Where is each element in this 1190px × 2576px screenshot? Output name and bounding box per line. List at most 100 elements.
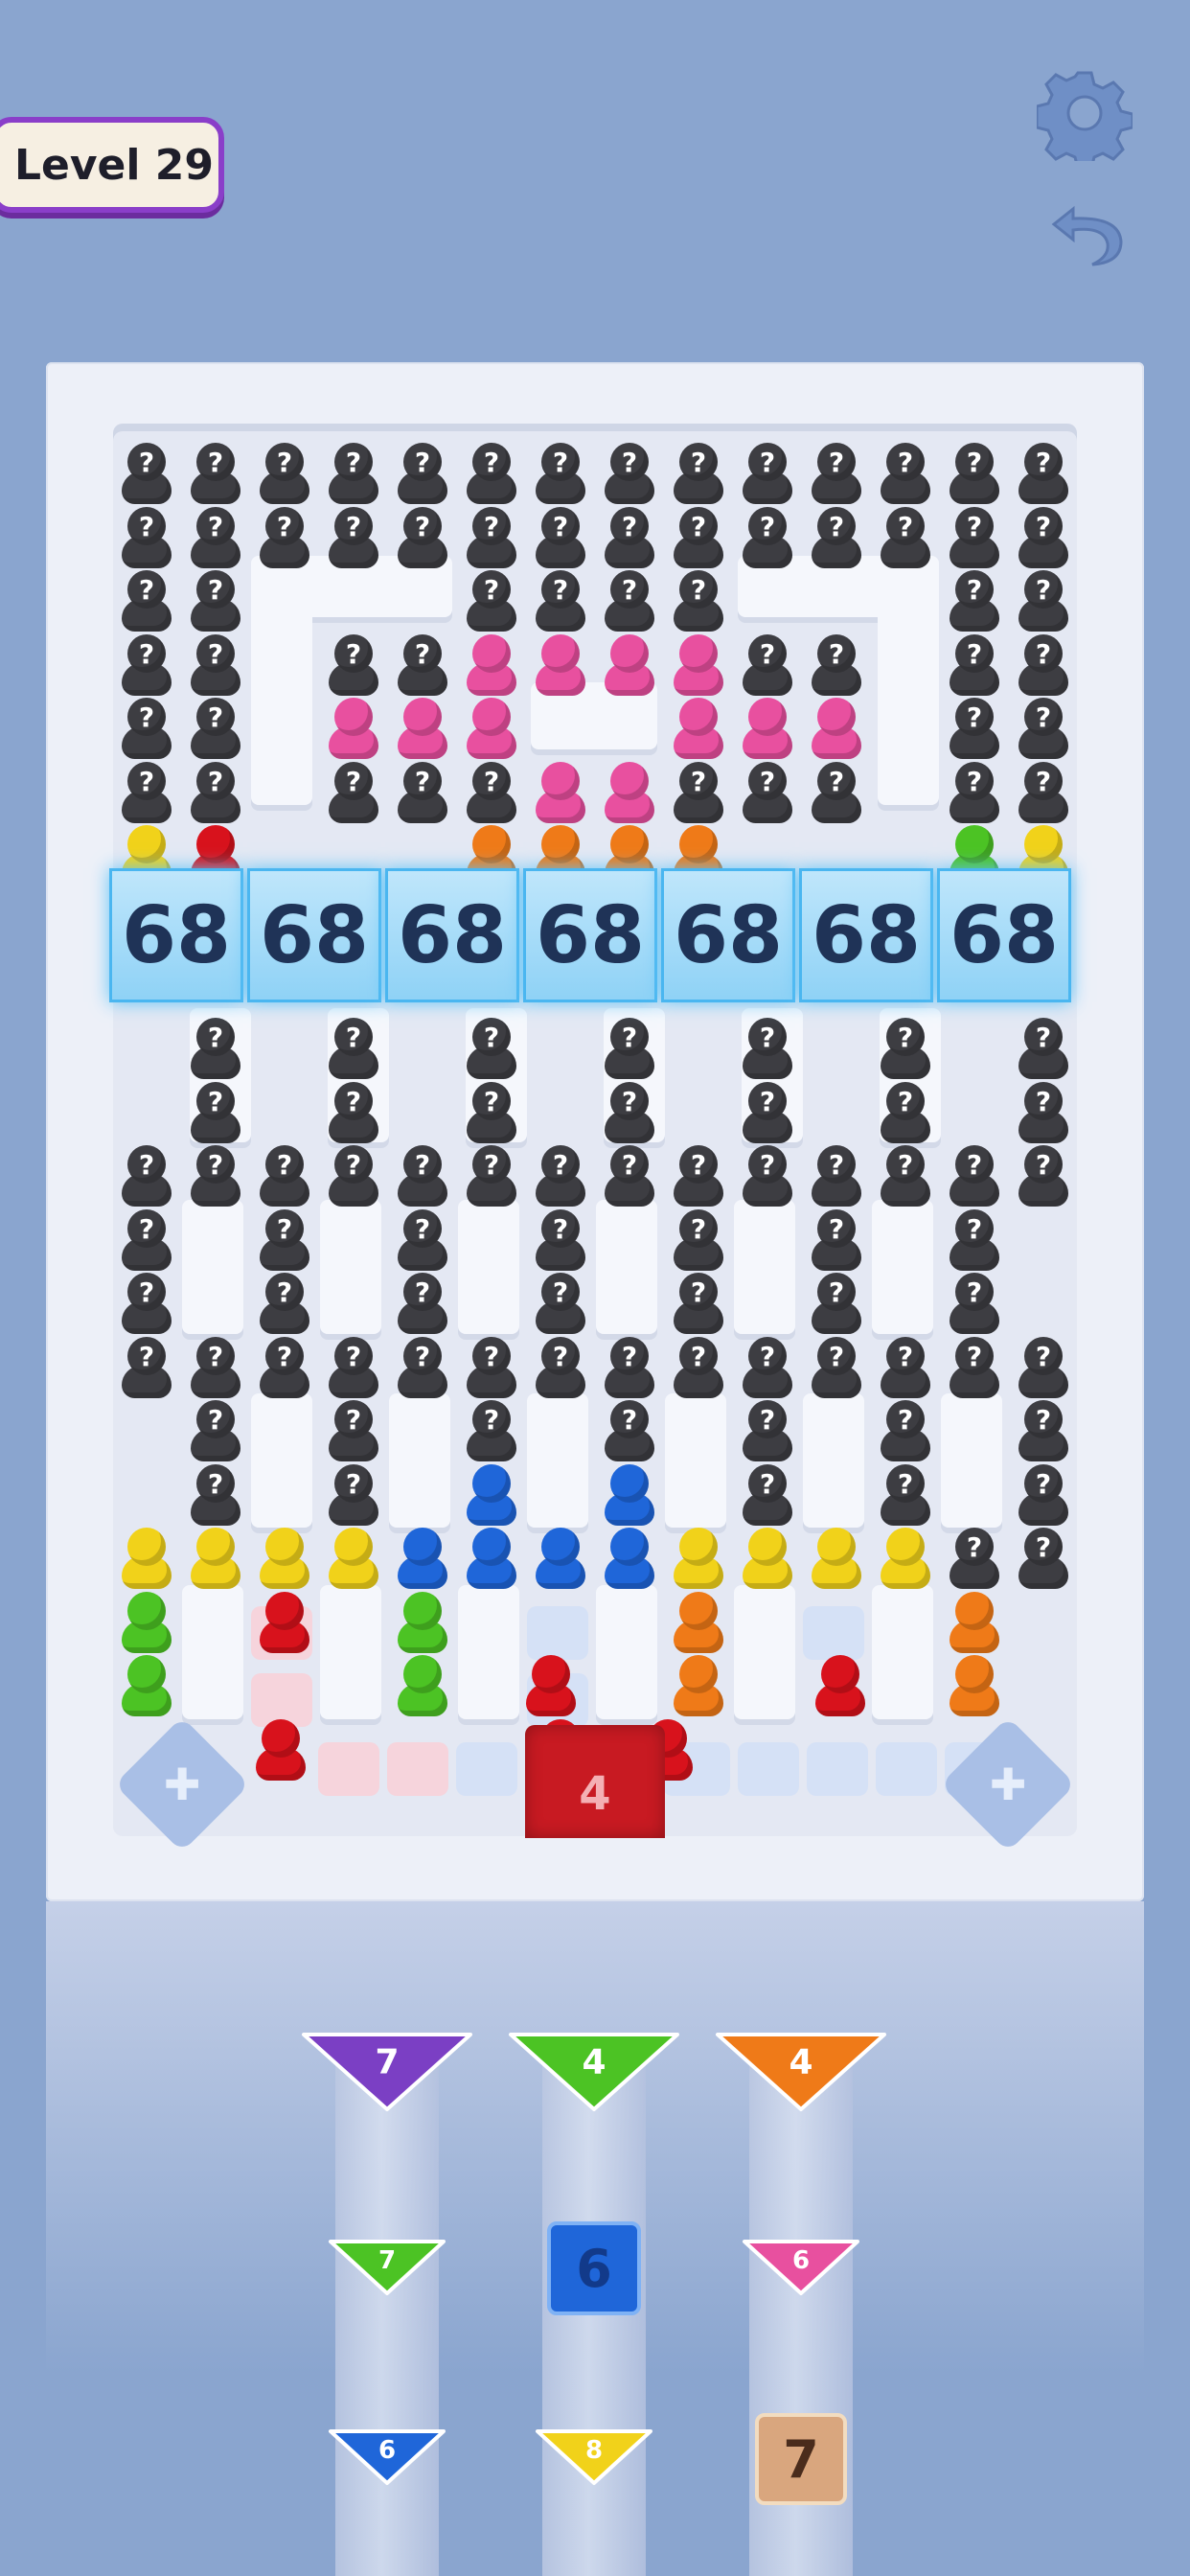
hidden-person[interactable]: ? xyxy=(533,506,588,570)
green-person[interactable] xyxy=(395,1655,450,1718)
green-person[interactable] xyxy=(395,1591,450,1655)
hidden-person[interactable]: ? xyxy=(257,1145,312,1208)
hidden-person[interactable]: ? xyxy=(809,633,864,698)
hidden-person[interactable]: ? xyxy=(1016,1400,1071,1463)
hidden-person[interactable]: ? xyxy=(533,1145,588,1208)
blue-person[interactable] xyxy=(464,1528,519,1591)
red-person[interactable] xyxy=(253,1718,309,1782)
hidden-person[interactable]: ? xyxy=(1016,443,1071,506)
hidden-person[interactable]: ? xyxy=(947,1208,1002,1273)
blue-person[interactable] xyxy=(395,1528,450,1591)
hidden-person[interactable]: ? xyxy=(947,570,1002,633)
blue-person[interactable] xyxy=(533,1528,588,1591)
hidden-person[interactable]: ? xyxy=(119,570,174,633)
hidden-person[interactable]: ? xyxy=(947,761,1002,825)
hidden-person[interactable]: ? xyxy=(257,443,312,506)
exit-tile[interactable]: 4 xyxy=(525,1725,665,1838)
hidden-person[interactable]: ? xyxy=(119,1336,174,1400)
yellow-person[interactable] xyxy=(671,1528,726,1591)
hidden-person[interactable]: ? xyxy=(533,1208,588,1273)
hidden-person[interactable]: ? xyxy=(809,443,864,506)
hidden-person[interactable]: ? xyxy=(188,506,243,570)
blue-box-6[interactable]: 6 xyxy=(547,2221,641,2315)
yellow-person[interactable] xyxy=(119,1528,174,1591)
hidden-person[interactable]: ? xyxy=(740,1463,795,1528)
hidden-person[interactable]: ? xyxy=(809,1145,864,1208)
hidden-person[interactable]: ? xyxy=(878,1145,933,1208)
blue-person[interactable] xyxy=(602,1528,657,1591)
pink-person[interactable] xyxy=(395,698,450,761)
hidden-person[interactable]: ? xyxy=(395,1208,450,1273)
hidden-person[interactable]: ? xyxy=(188,443,243,506)
hidden-person[interactable]: ? xyxy=(188,570,243,633)
hidden-person[interactable]: ? xyxy=(878,443,933,506)
hidden-person[interactable]: ? xyxy=(464,506,519,570)
hidden-person[interactable]: ? xyxy=(1016,506,1071,570)
hidden-person[interactable]: ? xyxy=(602,443,657,506)
hidden-person[interactable]: ? xyxy=(671,1208,726,1273)
hidden-person[interactable]: ? xyxy=(257,1208,312,1273)
blue-person[interactable] xyxy=(464,1463,519,1528)
hidden-person[interactable]: ? xyxy=(671,1145,726,1208)
pink-person[interactable] xyxy=(464,633,519,698)
hidden-person[interactable]: ? xyxy=(947,1336,1002,1400)
hidden-person[interactable]: ? xyxy=(257,1273,312,1336)
tan-box-7[interactable]: 7 xyxy=(755,2413,847,2505)
red-person[interactable] xyxy=(257,1591,312,1655)
hidden-person[interactable]: ? xyxy=(947,1273,1002,1336)
hidden-person[interactable]: ? xyxy=(119,1145,174,1208)
red-person[interactable] xyxy=(812,1655,868,1718)
hidden-person[interactable]: ? xyxy=(395,633,450,698)
hidden-person[interactable]: ? xyxy=(464,443,519,506)
orange-person[interactable] xyxy=(947,1655,1002,1718)
hidden-person[interactable]: ? xyxy=(671,1336,726,1400)
hidden-person[interactable]: ? xyxy=(326,1336,381,1400)
hidden-person[interactable]: ? xyxy=(119,506,174,570)
hidden-person[interactable]: ? xyxy=(1016,698,1071,761)
hidden-person[interactable]: ? xyxy=(119,1208,174,1273)
hidden-person[interactable]: ? xyxy=(395,761,450,825)
orange-person[interactable] xyxy=(947,1591,1002,1655)
hidden-person[interactable]: ? xyxy=(602,506,657,570)
yellow-person[interactable] xyxy=(188,1528,243,1591)
hidden-person[interactable]: ? xyxy=(119,698,174,761)
hidden-person[interactable]: ? xyxy=(947,506,1002,570)
pink-person[interactable] xyxy=(602,633,657,698)
hidden-person[interactable]: ? xyxy=(671,570,726,633)
hidden-person[interactable]: ? xyxy=(671,506,726,570)
hidden-person[interactable]: ? xyxy=(464,1145,519,1208)
hidden-person[interactable]: ? xyxy=(809,1273,864,1336)
hidden-person[interactable]: ? xyxy=(119,633,174,698)
orange-person[interactable] xyxy=(671,1655,726,1718)
hidden-person[interactable]: ? xyxy=(188,1463,243,1528)
hidden-person[interactable]: ? xyxy=(671,443,726,506)
hidden-person[interactable]: ? xyxy=(188,1336,243,1400)
hidden-person[interactable]: ? xyxy=(188,633,243,698)
hidden-person[interactable]: ? xyxy=(188,761,243,825)
hidden-person[interactable]: ? xyxy=(740,1018,795,1081)
hidden-person[interactable]: ? xyxy=(395,506,450,570)
hidden-person[interactable]: ? xyxy=(602,1081,657,1145)
pink-person[interactable] xyxy=(326,698,381,761)
hidden-person[interactable]: ? xyxy=(602,1018,657,1081)
hidden-person[interactable]: ? xyxy=(464,761,519,825)
hidden-person[interactable]: ? xyxy=(947,443,1002,506)
hidden-person[interactable]: ? xyxy=(809,1208,864,1273)
hidden-person[interactable]: ? xyxy=(533,1273,588,1336)
hidden-person[interactable]: ? xyxy=(464,570,519,633)
hidden-person[interactable]: ? xyxy=(326,633,381,698)
pink-person[interactable] xyxy=(602,761,657,825)
yellow-person[interactable] xyxy=(878,1528,933,1591)
hidden-person[interactable]: ? xyxy=(326,1463,381,1528)
hidden-person[interactable]: ? xyxy=(1016,1336,1071,1400)
green-person[interactable] xyxy=(119,1655,174,1718)
hidden-person[interactable]: ? xyxy=(809,506,864,570)
hidden-person[interactable]: ? xyxy=(878,506,933,570)
hidden-person[interactable]: ? xyxy=(188,1400,243,1463)
pink-person[interactable] xyxy=(671,698,726,761)
hidden-person[interactable]: ? xyxy=(119,761,174,825)
hidden-person[interactable]: ? xyxy=(1016,761,1071,825)
yellow-person[interactable] xyxy=(257,1528,312,1591)
hidden-person[interactable]: ? xyxy=(257,1336,312,1400)
hidden-person[interactable]: ? xyxy=(395,1273,450,1336)
